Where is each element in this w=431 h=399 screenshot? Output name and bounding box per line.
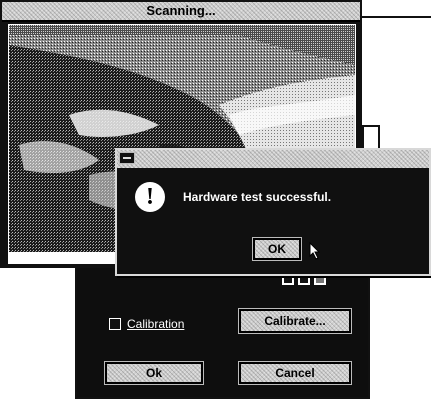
system-menu-icon[interactable]: [119, 152, 135, 164]
background-window-border: [360, 16, 431, 18]
calibration-label: Calibration: [127, 317, 185, 331]
scanning-title: Scanning...: [146, 3, 216, 18]
scanning-title-bar[interactable]: Scanning...: [2, 2, 360, 22]
exclamation-icon: !: [135, 182, 165, 212]
cancel-button[interactable]: Cancel: [238, 361, 352, 385]
calibration-checkbox[interactable]: Calibration: [109, 317, 184, 331]
alert-message: Hardware test successful.: [183, 190, 332, 204]
alert-title-bar[interactable]: [117, 150, 429, 168]
checkbox-box[interactable]: [109, 318, 121, 330]
ok-button[interactable]: Ok: [104, 361, 204, 385]
alert-ok-button[interactable]: OK: [252, 237, 302, 261]
calibrate-button[interactable]: Calibrate...: [238, 308, 352, 334]
scanner-settings-dialog: Calibration Calibrate... Ok Cancel: [75, 265, 370, 399]
hardware-test-alert: ! Hardware test successful. OK: [115, 148, 431, 276]
mouse-pointer-icon: [309, 242, 321, 260]
